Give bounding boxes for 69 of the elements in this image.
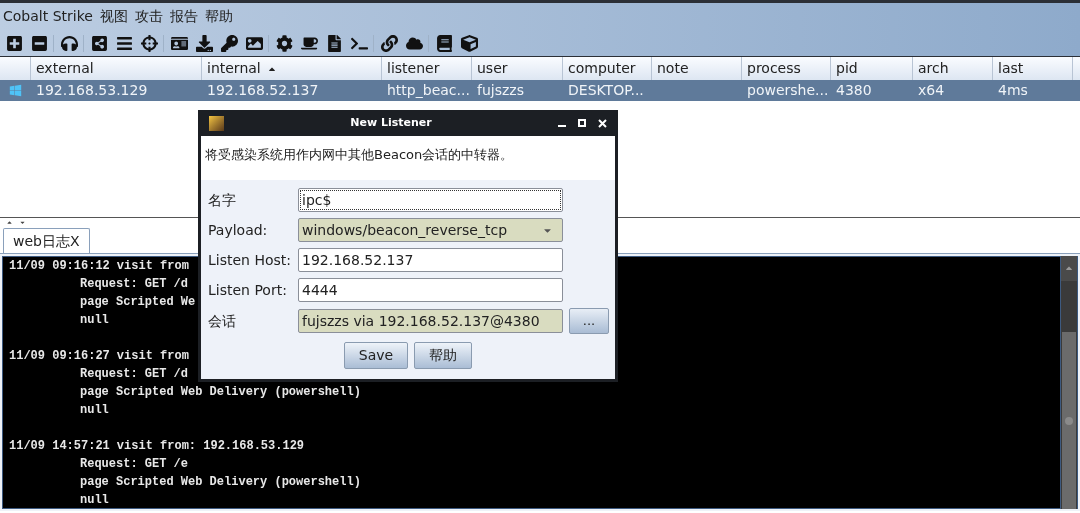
log-line: Request: GET /e [80, 457, 189, 471]
dialog-button[interactable]: 帮助 [414, 342, 473, 369]
cube-icon[interactable] [461, 34, 478, 52]
log-timestamp: 11/09 09:16:12 [9, 258, 110, 275]
dialog-button[interactable]: Save [343, 342, 409, 369]
scrollbar[interactable] [1061, 256, 1078, 509]
id-card-icon[interactable] [171, 34, 188, 52]
table-cell-text: 192.168.52.137 [207, 81, 319, 100]
log-line: Request: GET /d [80, 277, 189, 291]
log-text: visit from [116, 258, 189, 275]
close-icon[interactable] [598, 118, 607, 128]
log-line: null [80, 403, 109, 417]
image-icon[interactable] [246, 34, 263, 52]
table-cell-text: http_beac... [387, 81, 470, 100]
link-icon[interactable] [381, 34, 398, 52]
log-line: page Scripted Web Delivery (powershell) [80, 385, 361, 399]
expand-icon[interactable] [6, 219, 13, 226]
table-cell-text: powershe... [747, 81, 829, 100]
input-field[interactable]: 192.168.52.137 [298, 248, 563, 272]
log-text: visit from [116, 348, 189, 365]
document-icon[interactable] [326, 34, 343, 52]
input-field[interactable]: 4444 [298, 278, 563, 302]
table-cell-text: 192.168.53.129 [36, 81, 148, 100]
settings-icon[interactable] [276, 34, 293, 52]
list-icon[interactable] [116, 34, 133, 52]
field-label: 会话 [208, 311, 237, 331]
log-timestamp: 11/09 09:16:27 [9, 348, 110, 365]
window-title: New Listener [349, 114, 433, 131]
field-label: Listen Port: [208, 280, 288, 300]
grip-icon [1065, 416, 1073, 425]
menu-item[interactable]: 攻击 [134, 6, 163, 27]
collapse-icon[interactable] [19, 219, 26, 226]
maximize-icon[interactable] [578, 119, 586, 127]
app-logo-icon [209, 115, 224, 131]
tab[interactable]: web日志X [3, 228, 90, 253]
book-icon[interactable] [436, 34, 453, 52]
table-cell-text: 4380 [836, 81, 872, 100]
key-icon[interactable] [221, 34, 238, 52]
headphones-icon[interactable] [61, 34, 78, 52]
table-cell-text: 4ms [998, 81, 1028, 100]
windows-monitor-icon [9, 84, 22, 97]
field-label: 名字 [208, 190, 237, 210]
table-row[interactable]: 192.168.53.129 192.168.52.137 http_beac... fujszzs DESKTOP... powershe... 4380 x64 4ms [0, 80, 1080, 101]
log-line: page Scripted We [80, 295, 196, 309]
log-line: null [80, 313, 109, 327]
input-field[interactable]: ipc$ [298, 188, 563, 212]
field-label: Payload: [208, 220, 269, 240]
session-field[interactable]: fujszzs via 192.168.52.137@4380 [298, 309, 563, 333]
menu-item[interactable]: 报告 [169, 6, 198, 27]
browse-button[interactable]: ... [569, 308, 609, 334]
field-label: Listen Host: [208, 250, 292, 270]
description-text: 将受感染系统用作内网中其他Beacon会话的中转器。 [205, 147, 514, 162]
crosshair-icon[interactable] [141, 34, 158, 52]
log-line: null [80, 493, 109, 507]
remove-icon[interactable] [31, 34, 48, 52]
download-icon[interactable] [196, 34, 213, 52]
log-text: visit from: 192.168.53.129 [116, 438, 305, 455]
menu-item[interactable]: 帮助 [204, 6, 233, 27]
log-line: Request: GET /d [80, 367, 189, 381]
add-icon[interactable] [6, 34, 23, 52]
log-timestamp: 11/09 14:57:21 [9, 438, 110, 455]
table-cell-text: x64 [918, 81, 945, 100]
payload-dropdown[interactable]: windows/beacon_reverse_tcp [298, 218, 563, 242]
table-cell-text: fujszzs [477, 81, 524, 100]
share-icon[interactable] [91, 34, 108, 52]
log-line: page Scripted Web Delivery (powershell) [80, 475, 361, 489]
menu-item[interactable]: 视图 [99, 6, 128, 27]
menu-item[interactable]: Cobalt Strike [3, 6, 93, 27]
table-cell-text: DESKTOP... [568, 81, 644, 100]
